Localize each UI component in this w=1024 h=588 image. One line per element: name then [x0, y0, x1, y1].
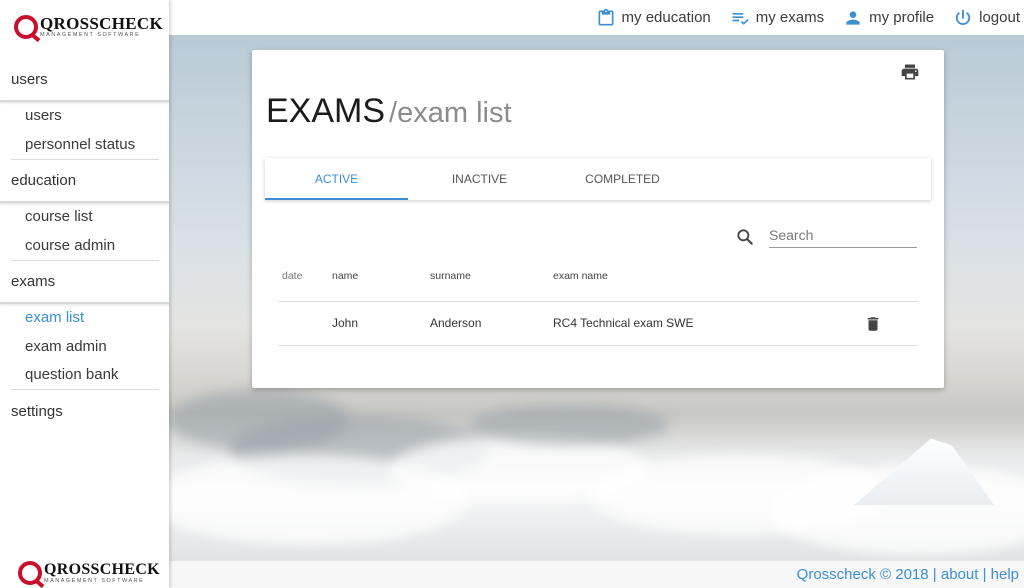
footer-help-link[interactable]: help [991, 566, 1019, 583]
brand-name: QROSSCHECK [40, 14, 163, 34]
sidebar-item-course-admin[interactable]: course admin [25, 237, 115, 254]
column-header-surname[interactable]: surname [430, 270, 471, 282]
brand-logo[interactable]: QROSSCHECK MANAGEMENT SOFTWARE [14, 15, 163, 39]
nav-my-exams-label: my exams [755, 9, 825, 26]
sidebar-item-question-bank[interactable]: question bank [25, 366, 118, 383]
exam-status-tabs: ACTIVE INACTIVE COMPLETED [265, 158, 931, 200]
nav-my-profile[interactable]: my profile [843, 8, 934, 28]
divider [278, 301, 918, 302]
divider [11, 389, 159, 390]
page-title: EXAMS/exam list [266, 92, 512, 131]
clipboard-icon [598, 8, 614, 26]
cell-name: John [332, 316, 359, 330]
sidebar-item-users[interactable]: users [25, 107, 62, 124]
nav-my-profile-label: my profile [869, 9, 935, 26]
top-navigation-bar: my education my exams my profile logout [169, 0, 1024, 35]
tab-completed[interactable]: COMPLETED [551, 158, 694, 200]
tab-active[interactable]: ACTIVE [265, 158, 408, 200]
cell-exam-name: RC4 Technical exam SWE [553, 316, 694, 330]
checklist-icon [732, 12, 749, 25]
sidebar-item-exam-admin[interactable]: exam admin [25, 338, 107, 355]
footer: Qrosscheck © 2018 | about | help [169, 561, 1024, 588]
footer-copyright: Qrosscheck © 2018 [796, 566, 929, 583]
nav-logout[interactable]: logout [953, 8, 1020, 28]
sidebar-item-personnel-status[interactable]: personnel status [25, 136, 135, 153]
brand-tagline: MANAGEMENT SOFTWARE [40, 32, 141, 39]
print-icon[interactable] [900, 62, 920, 82]
nav-my-education-label: my education [621, 9, 711, 26]
exam-list-card: EXAMS/exam list ACTIVE INACTIVE COMPLETE… [252, 50, 944, 388]
column-header-exam-name[interactable]: exam name [553, 270, 608, 282]
tab-inactive[interactable]: INACTIVE [408, 158, 551, 200]
page-title-main: EXAMS [266, 92, 386, 130]
divider [11, 159, 159, 160]
footer-about-link[interactable]: about [941, 566, 979, 583]
divider [0, 201, 169, 203]
search-input[interactable] [769, 222, 917, 248]
sidebar-section-users[interactable]: users [11, 71, 48, 88]
footer-separator: | [928, 566, 941, 583]
brand-name: QROSSCHECK [44, 560, 160, 578]
column-header-name[interactable]: name [332, 270, 358, 282]
page-title-sub: /exam list [389, 97, 512, 129]
search-icon[interactable] [735, 227, 755, 247]
sidebar-section-exams[interactable]: exams [11, 273, 55, 290]
logo-q-icon [14, 15, 38, 39]
logo-q-icon [18, 561, 42, 585]
divider [0, 302, 169, 304]
sidebar-section-education[interactable]: education [11, 172, 76, 189]
nav-my-exams[interactable]: my exams [730, 8, 824, 28]
cell-surname: Anderson [430, 316, 482, 330]
footer-separator: | [978, 566, 991, 583]
power-icon [956, 9, 971, 25]
sidebar: QROSSCHECK MANAGEMENT SOFTWARE users use… [0, 0, 169, 588]
sidebar-section-settings[interactable]: settings [11, 403, 63, 420]
nav-logout-label: logout [979, 9, 1020, 26]
column-header-date[interactable]: date [282, 270, 302, 282]
divider [0, 100, 169, 102]
divider [278, 345, 918, 346]
sidebar-item-exam-list[interactable]: exam list [25, 309, 84, 326]
nav-my-education[interactable]: my education [596, 8, 711, 28]
trash-icon[interactable] [864, 314, 882, 334]
brand-logo-footer: QROSSCHECK MANAGEMENT SOFTWARE [18, 561, 160, 585]
person-icon [846, 10, 860, 25]
brand-tagline: MANAGEMENT SOFTWARE [44, 577, 145, 584]
sidebar-item-course-list[interactable]: course list [25, 208, 93, 225]
divider [11, 260, 159, 261]
